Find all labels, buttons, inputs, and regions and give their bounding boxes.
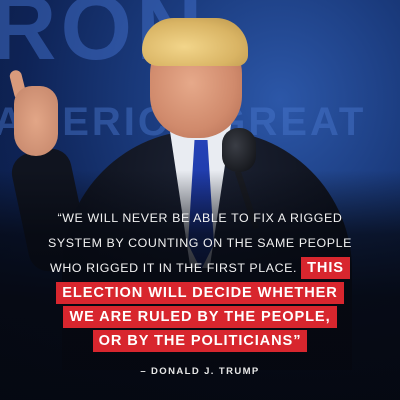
- speaker-hand: [14, 86, 58, 156]
- quote-highlight-2: ELECTION WILL DECIDE WHETHER: [56, 282, 344, 304]
- quote-line-2: SYSTEM BY COUNTING ON THE SAME PEOPLE: [47, 236, 353, 250]
- quote-highlight-4: OR BY THE POLITICIANS”: [92, 330, 308, 352]
- quote-line-1: “WE WILL NEVER BE ABLE TO FIX A RIGGED: [57, 211, 343, 225]
- microphone-icon: [222, 128, 256, 172]
- quote-attribution: – DONALD J. TRUMP: [140, 366, 260, 377]
- quote-block: “WE WILL NEVER BE ABLE TO FIX A RIGGED S…: [0, 206, 400, 353]
- quote-line-3: WHO RIGGED IT IN THE FIRST PLACE. THIS: [0, 256, 400, 281]
- quote-line-3-text: WHO RIGGED IT IN THE FIRST PLACE.: [50, 261, 298, 275]
- quote-graphic: RON AMERICA GREAT “WE WILL NEVER BE ABLE…: [0, 0, 400, 400]
- quote-highlight-3: WE ARE RULED BY THE PEOPLE,: [63, 306, 337, 328]
- speaker-hair: [142, 18, 248, 66]
- quote-highlight-1: THIS: [301, 257, 350, 279]
